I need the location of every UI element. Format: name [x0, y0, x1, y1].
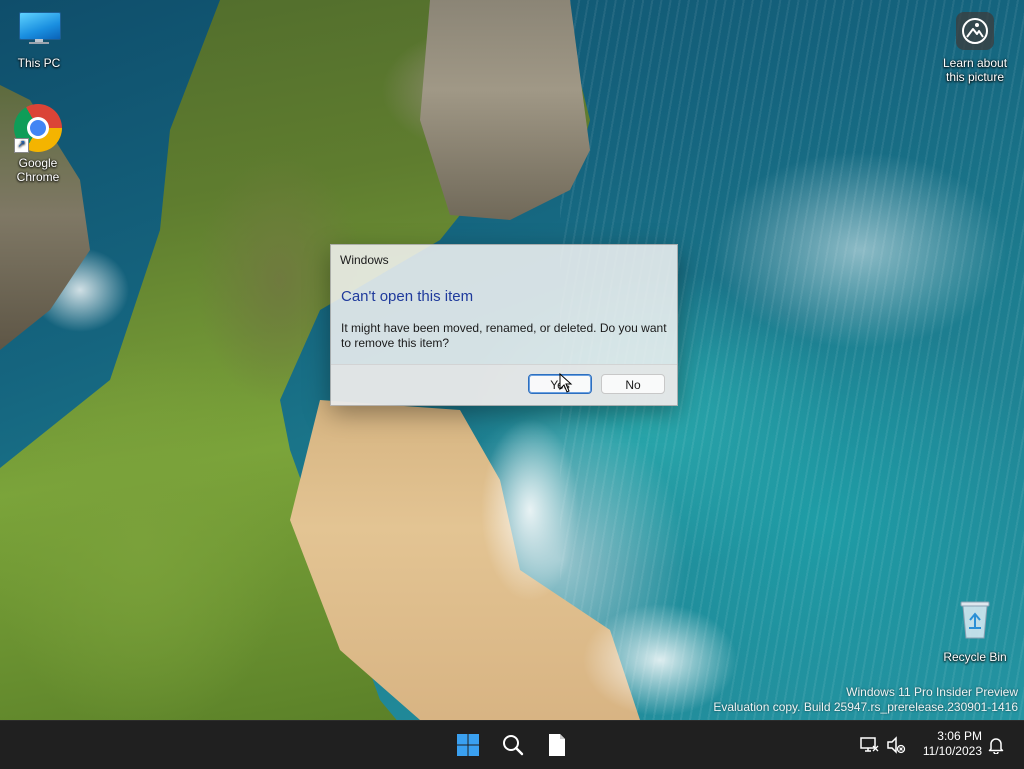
desktop-icon-label: Learn about this picture	[942, 56, 1008, 84]
wallpaper-rock	[420, 0, 590, 220]
desktop-icon-recycle-bin[interactable]: Recycle Bin	[936, 598, 1014, 664]
notifications-button[interactable]	[982, 729, 1010, 761]
desktop-icon-label: Recycle Bin	[943, 650, 1007, 664]
watermark-line: Windows 11 Pro Insider Preview	[846, 685, 1018, 699]
desktop-icon-learn-about-picture[interactable]: Learn about this picture	[936, 12, 1014, 84]
wallpaper-surf	[440, 390, 780, 720]
clock-time: 3:06 PM	[937, 729, 982, 743]
monitor-icon	[18, 12, 61, 44]
no-button[interactable]: No	[601, 374, 665, 394]
build-watermark: Windows 11 Pro Insider Preview Evaluatio…	[713, 685, 1018, 715]
windows-start-icon	[457, 734, 479, 756]
dialog-heading: Can't open this item	[341, 288, 474, 305]
desktop-icon-label: This PC	[17, 56, 61, 70]
taskbar: 3:06 PM 11/10/2023	[0, 720, 1024, 769]
file-icon	[549, 734, 565, 756]
desktop-icon-google-chrome[interactable]: ↗ Google Chrome	[0, 104, 76, 184]
dialog-title: Windows	[340, 253, 389, 267]
watermark-line: Evaluation copy. Build 25947.rs_prerelea…	[713, 700, 1018, 714]
search-button[interactable]	[497, 729, 529, 761]
start-button[interactable]	[452, 729, 484, 761]
shortcut-arrow-icon: ↗	[14, 138, 29, 153]
network-status-button[interactable]	[854, 729, 884, 761]
chrome-icon: ↗	[14, 104, 62, 153]
desktop-icon-this-pc[interactable]: This PC	[1, 12, 77, 70]
clock-date: 11/10/2023	[922, 744, 982, 758]
recycle-bin-icon	[958, 598, 992, 640]
network-icon	[860, 737, 879, 752]
taskbar-clock[interactable]: 3:06 PM 11/10/2023	[918, 729, 982, 759]
search-icon	[503, 735, 524, 756]
learn-about-picture-icon	[956, 12, 994, 50]
mouse-cursor-icon	[559, 373, 573, 393]
error-dialog: Windows Can't open this item It might ha…	[330, 244, 678, 406]
bell-icon	[988, 738, 1004, 754]
volume-status-button[interactable]	[882, 729, 910, 761]
desktop-icon-label: Google Chrome	[16, 156, 60, 184]
taskbar-app-file[interactable]	[541, 729, 573, 761]
dialog-message: It might have been moved, renamed, or de…	[341, 321, 667, 350]
dialog-footer: Yes No	[331, 364, 677, 405]
volume-muted-icon	[887, 736, 906, 754]
